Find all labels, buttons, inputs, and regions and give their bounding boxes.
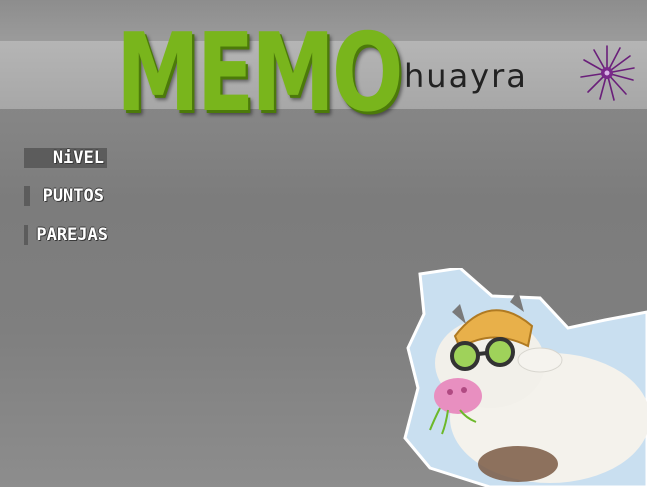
starburst-icon [580,45,635,101]
level-label: NiVEL [24,148,107,168]
game-title-logo: MEMO [116,11,403,136]
goggle-right [485,337,515,367]
pairs-label: PAREJAS [24,225,111,245]
cow-mascot-illustration [403,268,647,487]
brand-wordmark: huayra [404,57,528,95]
goggle-left [450,341,480,371]
cow-snout [434,378,482,414]
points-label: PUNTOS [24,186,107,206]
